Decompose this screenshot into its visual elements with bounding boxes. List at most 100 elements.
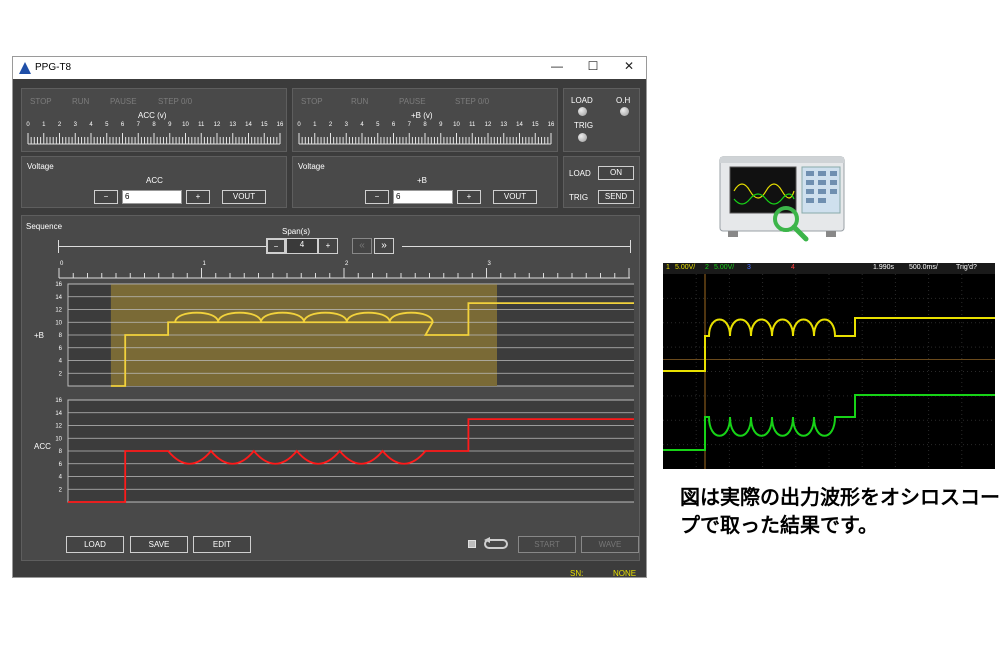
y-tick-label: 14 (55, 295, 62, 301)
slider-tick-label: 13 (229, 122, 237, 128)
span-value-field[interactable]: 4 (286, 238, 318, 254)
acc-slider[interactable] (22, 131, 288, 145)
oh-led-icon (620, 107, 629, 116)
slider-tick-label: 6 (391, 122, 396, 128)
acc-minus-button[interactable]: − (94, 190, 118, 204)
slider-tick-label: 11 (469, 122, 476, 128)
slider-tick-label: 1 (313, 122, 317, 128)
oh-indicator-label: O.H (616, 96, 631, 105)
acc-voltage-input[interactable]: 6 (122, 190, 182, 204)
sn-label: SN: (570, 569, 584, 578)
acc-slider-label: ACC (v) (138, 111, 167, 120)
span-minus-button[interactable]: − (266, 238, 286, 254)
y-tick-label: 4 (59, 359, 63, 365)
oscilloscope-capture: 1 5.00V/ 2 5.00V/ 3 4 1.990s 500.0ms/ Tr… (663, 263, 995, 469)
voltage-b-name: +B (417, 176, 428, 185)
oscilloscope-device-icon (719, 156, 845, 242)
load-led-icon (578, 107, 587, 116)
slider-tick-label: 4 (360, 122, 364, 128)
maximize-button[interactable]: ☐ (583, 59, 603, 73)
y-tick-label: 12 (55, 308, 62, 314)
load-on-button[interactable]: ON (598, 166, 634, 180)
status-step: STEP 0/0 (158, 97, 193, 106)
edit-button[interactable]: EDIT (193, 536, 251, 553)
slider-tick-label: 14 (516, 122, 523, 128)
scope-timebase: 500.0ms/ (909, 264, 938, 271)
y-tick-label: 6 (59, 462, 63, 468)
slider-tick-label: 10 (182, 122, 189, 128)
slider-tick-label: 8 (423, 122, 427, 128)
time-tick-label: 3 (488, 261, 492, 267)
save-button[interactable]: SAVE (130, 536, 188, 553)
trig-send-button[interactable]: SEND (598, 190, 634, 204)
b-plus-button[interactable]: + (457, 190, 481, 204)
b-slider-label: +B (v) (411, 111, 433, 120)
span-plus-button[interactable]: + (318, 238, 338, 254)
acc-slider-panel: STOP RUN PAUSE STEP 0/0 ACC (v) 0 12 3 4 5 6 7… (21, 88, 287, 152)
slider-tick-label: 3 (73, 122, 77, 128)
b-slider[interactable] (293, 131, 559, 145)
status-pause: PAUSE (110, 97, 137, 106)
y-tick-label: 16 (55, 282, 62, 288)
span-label: Span(s) (282, 227, 311, 236)
slider-tick-label: 2 (57, 122, 62, 128)
start-button[interactable]: START (518, 536, 576, 553)
y-tick-label: 14 (55, 411, 62, 417)
slider-tick-label: 11 (198, 122, 205, 128)
slider-tick-label: 5 (376, 122, 380, 128)
timeline-right-cap (630, 240, 631, 253)
y-tick-label: 8 (59, 449, 63, 455)
slider-tick-label: 13 (500, 122, 508, 128)
status-stop: STOP (30, 97, 52, 106)
close-button[interactable]: ✕ (619, 59, 639, 73)
b-voltage-input[interactable]: 6 (393, 190, 453, 204)
timeline-left-cap (58, 240, 59, 253)
next-button[interactable]: » (374, 238, 394, 254)
slider-tick-label: 12 (484, 122, 492, 128)
slider-tick-label: 16 (547, 122, 555, 128)
scope-ch2: 2 (705, 264, 709, 271)
sequence-panel: Sequence Span(s) − 4 + « » 0123 2 4 6 8 10 12… (21, 215, 640, 561)
caption-text: 図は実際の出力波形をオシロスコープで取った結果です。 (680, 485, 1000, 537)
slider-tick-label: 6 (120, 122, 125, 128)
app-logo-icon (19, 62, 31, 74)
time-tick-label: 0 (60, 261, 64, 267)
scope-yellow-trace (663, 317, 995, 372)
slider-tick-label: 5 (105, 122, 109, 128)
slider-tick-label: 16 (276, 122, 284, 128)
time-tick-label: 1 (203, 261, 207, 267)
y-tick-label: 2 (59, 371, 63, 377)
voltage-acc-title: Voltage (27, 162, 54, 171)
slider-tick-label: 3 (344, 122, 348, 128)
wave-button[interactable]: WAVE (581, 536, 639, 553)
slider-tick-label: 10 (453, 122, 460, 128)
slider-tick-label: 0 (26, 122, 30, 128)
voltage-b-title: Voltage (298, 162, 325, 171)
loop-checkbox[interactable] (468, 540, 476, 548)
slider-tick-label: 0 (297, 122, 301, 128)
status-run: RUN (72, 97, 90, 106)
voltage-b-panel: Voltage +B − 6 + VOUT (292, 156, 558, 208)
acc-sequence-chart[interactable]: 2 4 6 8 10 12 14 16 ACC (22, 394, 634, 506)
acc-plus-button[interactable]: + (186, 190, 210, 204)
scope-header: 1 5.00V/ 2 5.00V/ 3 4 1.990s 500.0ms/ Tr… (663, 263, 995, 274)
slider-tick-label: 14 (245, 122, 252, 128)
scope-ch1: 1 (666, 264, 670, 271)
y-tick-label: 8 (59, 333, 63, 339)
slider-tick-label: 12 (213, 122, 221, 128)
b-sequence-chart[interactable]: 2 4 6 8 10 12 14 16 +B (22, 278, 634, 390)
slider-tick-label: 4 (89, 122, 93, 128)
slider-tick-label: 7 (136, 122, 140, 128)
time-tick-label: 2 (345, 261, 349, 267)
scope-ch2-scale: 5.00V/ (714, 264, 735, 271)
slider-tick-label: 15 (531, 122, 539, 128)
b-vout-button[interactable]: VOUT (493, 190, 537, 204)
load-button[interactable]: LOAD (66, 536, 124, 553)
load-indicator-label: LOAD (571, 96, 593, 105)
acc-vout-button[interactable]: VOUT (222, 190, 266, 204)
minimize-button[interactable]: — (547, 59, 567, 73)
b-minus-button[interactable]: − (365, 190, 389, 204)
prev-button[interactable]: « (352, 238, 372, 254)
status-pause: PAUSE (399, 97, 426, 106)
y-tick-label: 10 (55, 320, 62, 326)
